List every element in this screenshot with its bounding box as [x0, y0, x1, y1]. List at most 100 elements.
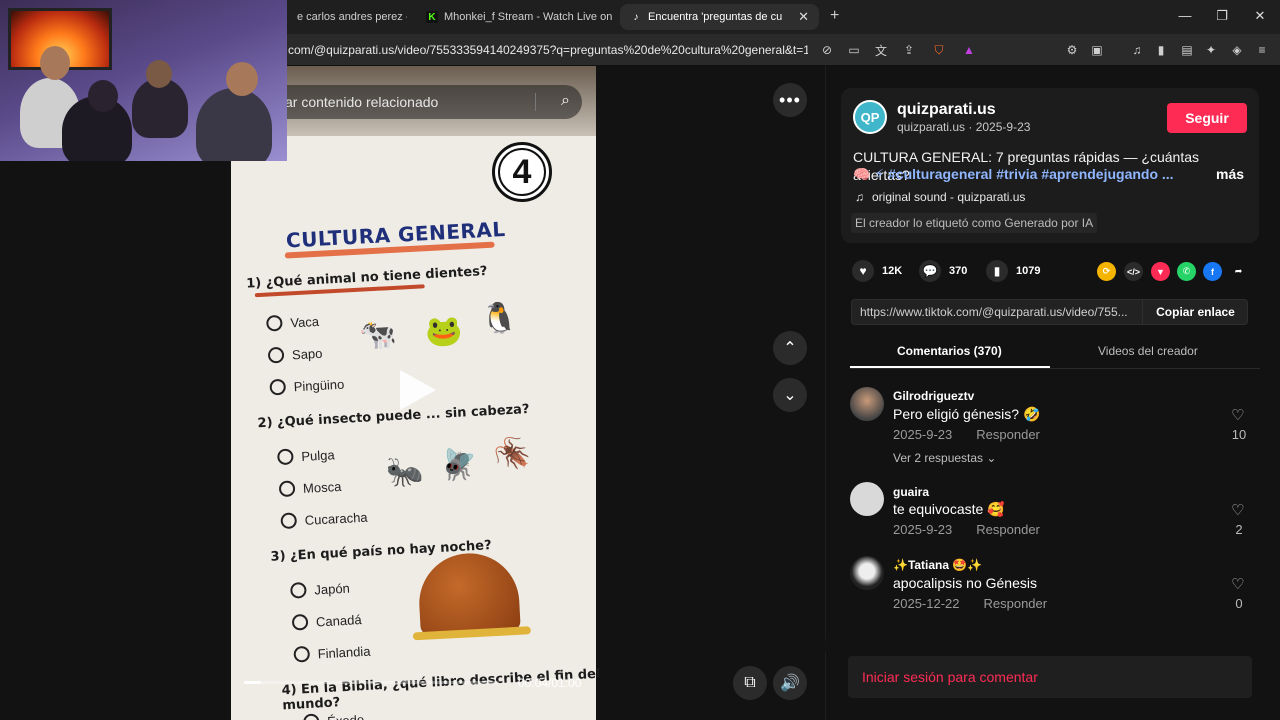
ai-generated-label: El creador lo etiquetó como Generado por…	[851, 213, 1098, 233]
more-link[interactable]: más	[1216, 166, 1244, 182]
flea-icon: 🐜	[385, 454, 425, 490]
divider	[535, 93, 536, 111]
like-button[interactable]: ♥ 12K	[852, 260, 902, 282]
sound-link[interactable]: ♫ original sound - quizparati.us	[855, 190, 1025, 204]
avatar[interactable]	[850, 387, 884, 421]
comment-username[interactable]: ✨Tatiana 🤩✨	[893, 558, 982, 572]
person-head	[226, 62, 258, 96]
option: Sapo	[267, 345, 323, 364]
comment-like-count: 10	[1231, 427, 1247, 442]
volume-button[interactable]: 🔊	[773, 666, 807, 700]
tab-creator-videos[interactable]: Videos del creador	[1098, 344, 1198, 358]
avatar[interactable]	[850, 556, 884, 590]
url-field[interactable]: com/@quizparati.us/video/755333594140249…	[288, 43, 808, 57]
rewards-icon[interactable]: ▲	[960, 41, 978, 59]
sun-illustration	[416, 550, 521, 636]
close-tab-icon[interactable]: ✕	[798, 9, 809, 25]
hashtags[interactable]: 🧠 ⚡ #culturageneral #trivia #aprendejuga…	[853, 166, 1174, 183]
creator-avatar[interactable]: QP	[853, 100, 887, 134]
cast-icon[interactable]: ▭	[845, 41, 863, 59]
quiz-sheet: CULTURA GENERAL 1) ¿Qué animal no tiene …	[219, 127, 614, 720]
next-video-button[interactable]: ⌄	[773, 378, 807, 412]
play-icon[interactable]	[396, 366, 440, 414]
share-icon[interactable]: ⇪	[900, 41, 918, 59]
creator-name[interactable]: quizparati.us	[897, 101, 996, 119]
copy-link-button[interactable]: Copiar enlace	[1142, 299, 1248, 325]
option: Canadá	[291, 611, 362, 631]
more-options-button[interactable]: •••	[773, 83, 807, 117]
brave-shield-icon[interactable]: ⛉	[930, 41, 948, 59]
embed-icon[interactable]: </>	[1124, 262, 1143, 281]
reply-button[interactable]: Responder	[976, 522, 1040, 537]
related-search-bar[interactable]: ar contenido relacionado ⌕	[265, 85, 582, 119]
close-window-button[interactable]: ✕	[1250, 8, 1270, 24]
comments-fade	[825, 632, 1280, 652]
mute-icon[interactable]: ⊘	[818, 41, 836, 59]
minimize-button[interactable]: —	[1175, 8, 1195, 23]
option: Finlandia	[293, 643, 371, 663]
option: Vaca	[265, 313, 319, 332]
translate-icon[interactable]: 文	[872, 41, 890, 59]
music-icon[interactable]: ♫	[1128, 41, 1146, 59]
comment-username[interactable]: guaira	[893, 485, 929, 499]
person	[196, 88, 272, 161]
comment-count: 370	[949, 265, 968, 277]
comment-icon: 💬	[919, 260, 941, 282]
fly-icon: 🪰	[439, 447, 479, 483]
send-icon[interactable]: ▼	[1151, 262, 1170, 281]
menu-icon[interactable]: ≡	[1253, 41, 1271, 59]
comment-meta: 2025-9-23 Responder	[893, 522, 1040, 537]
follow-button[interactable]: Seguir	[1167, 103, 1247, 133]
comment-username[interactable]: Gilrodrigueztv	[893, 389, 974, 403]
repost-icon[interactable]: ⟳	[1097, 262, 1116, 281]
comment-button[interactable]: 💬 370	[919, 260, 967, 282]
save-button[interactable]: ▮ 1079	[986, 260, 1040, 282]
progress-fill	[244, 681, 262, 684]
comment-meta: 2025-9-23 Responder	[893, 427, 1040, 442]
screenshot-icon[interactable]: ▣	[1088, 41, 1106, 59]
person-head	[88, 80, 118, 112]
tab-tiktok-active[interactable]: ♪ Encuentra 'preguntas de cultura ✕	[620, 4, 819, 30]
heart-icon[interactable]: ♡	[1231, 501, 1244, 519]
comment-text: Pero eligió génesis? 🤣	[893, 406, 1041, 422]
maximize-button[interactable]: ❐	[1212, 8, 1232, 24]
sidebar-icon[interactable]: ▮	[1152, 41, 1170, 59]
comment-login-prompt[interactable]: Iniciar sesión para comentar	[848, 656, 1252, 698]
cockroach-icon: 🪳	[492, 436, 532, 472]
comment-date: 2025-9-23	[893, 522, 953, 537]
picture-in-picture-button[interactable]: ⧉	[733, 666, 767, 700]
facebook-icon[interactable]: f	[1203, 262, 1222, 281]
video-link[interactable]: https://www.tiktok.com/@quizparati.us/vi…	[860, 305, 1138, 319]
previous-video-button[interactable]: ⌃	[773, 331, 807, 365]
tab-label: e carlos andres perez - Bu	[297, 11, 407, 23]
comment-date: 2025-9-23	[893, 427, 953, 442]
view-replies-link[interactable]: Ver 2 respuestas ⌄	[893, 451, 996, 465]
reply-button[interactable]: Responder	[976, 427, 1040, 442]
leo-ai-icon[interactable]: ✦	[1202, 41, 1220, 59]
heart-icon[interactable]: ♡	[1231, 406, 1244, 424]
cow-icon: 🐄	[358, 317, 398, 353]
creator-meta: quizparati.us · 2025-9-23	[897, 120, 1031, 134]
video-time: 00:04/01:00	[518, 676, 582, 690]
heart-icon[interactable]: ♡	[1231, 575, 1244, 593]
reply-button[interactable]: Responder	[984, 596, 1048, 611]
comment-like-count: 0	[1235, 596, 1243, 611]
tab-search[interactable]: e carlos andres perez - Bu	[287, 4, 407, 30]
avatar[interactable]	[850, 482, 884, 516]
whatsapp-icon[interactable]: ✆	[1177, 262, 1196, 281]
question-2: 2) ¿Qué insecto puede ... sin cabeza?	[257, 401, 530, 432]
bookmark-icon: ▮	[986, 260, 1008, 282]
tab-kick-stream[interactable]: K Mhonkei_f Stream - Watch Live on Ki	[416, 4, 612, 30]
share-arrow-icon[interactable]: ➦	[1229, 262, 1248, 281]
search-icon[interactable]: ⌕	[561, 92, 570, 110]
heart-icon: ♥	[852, 260, 874, 282]
option: Japón	[289, 580, 350, 599]
video-progress-bar[interactable]	[244, 681, 499, 684]
new-tab-button[interactable]: +	[830, 7, 839, 25]
extensions-icon[interactable]: ⚙	[1063, 41, 1081, 59]
wallet-icon[interactable]: ▤	[1178, 41, 1196, 59]
penguin-icon: 🐧	[479, 301, 519, 337]
like-count: 12K	[882, 265, 903, 277]
tab-comments[interactable]: Comentarios (370)	[897, 344, 1002, 358]
vpn-icon[interactable]: ◈	[1228, 41, 1246, 59]
